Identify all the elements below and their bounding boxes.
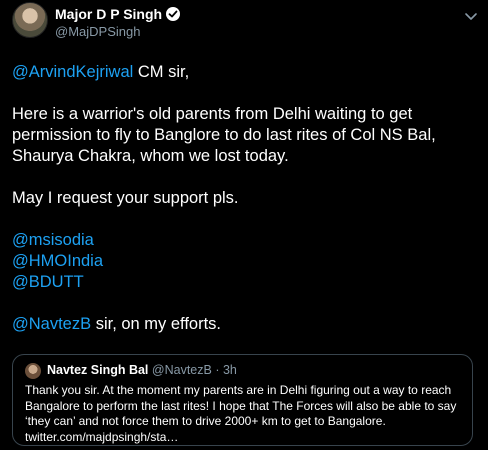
verified-badge-icon xyxy=(166,7,181,21)
tweet-text-segment: CM sir, xyxy=(133,63,190,81)
tweet-paragraph: Here is a warrior's old parents from Del… xyxy=(12,105,436,165)
quoted-author-name: Navtez Singh Bal xyxy=(47,363,149,377)
quoted-author-handle: @NavtezB xyxy=(151,363,212,377)
tweet-text-segment: sir, on my efforts. xyxy=(91,315,222,333)
chevron-down-icon[interactable] xyxy=(464,12,478,22)
author-avatar[interactable] xyxy=(12,2,48,38)
mention-link[interactable]: @NavtezB xyxy=(12,315,91,333)
tweet-text: @ArvindKejriwal CM sir, Here is a warrio… xyxy=(12,62,482,335)
author-name-row: Major D P Singh xyxy=(55,6,181,22)
author-display-name[interactable]: Major D P Singh xyxy=(55,6,162,22)
tweet-line-1: @ArvindKejriwal CM sir, xyxy=(12,62,482,83)
tweet: Major D P Singh @MajDPSingh @ArvindKejri… xyxy=(0,0,488,450)
mention-link[interactable]: @BDUTT xyxy=(12,272,482,293)
tweet-paragraph: May I request your support pls. xyxy=(12,189,239,207)
author-handle[interactable]: @MajDPSingh xyxy=(55,24,140,39)
tweet-line-last: @NavtezB sir, on my efforts. xyxy=(12,314,482,335)
separator-dot: · xyxy=(215,363,220,377)
quoted-tweet-header: Navtez Singh Bal @NavtezB · 3h xyxy=(47,363,237,377)
quoted-author-avatar xyxy=(25,363,41,379)
mention-link[interactable]: @ArvindKejriwal xyxy=(12,63,133,81)
mention-link[interactable]: @HMOIndia xyxy=(12,251,482,272)
quoted-tweet[interactable]: Navtez Singh Bal @NavtezB · 3h Thank you… xyxy=(12,354,473,446)
mention-link[interactable]: @msisodia xyxy=(12,230,482,251)
quoted-tweet-text: Thank you sir. At the moment my parents … xyxy=(25,383,457,444)
quoted-tweet-time: 3h xyxy=(222,363,237,377)
